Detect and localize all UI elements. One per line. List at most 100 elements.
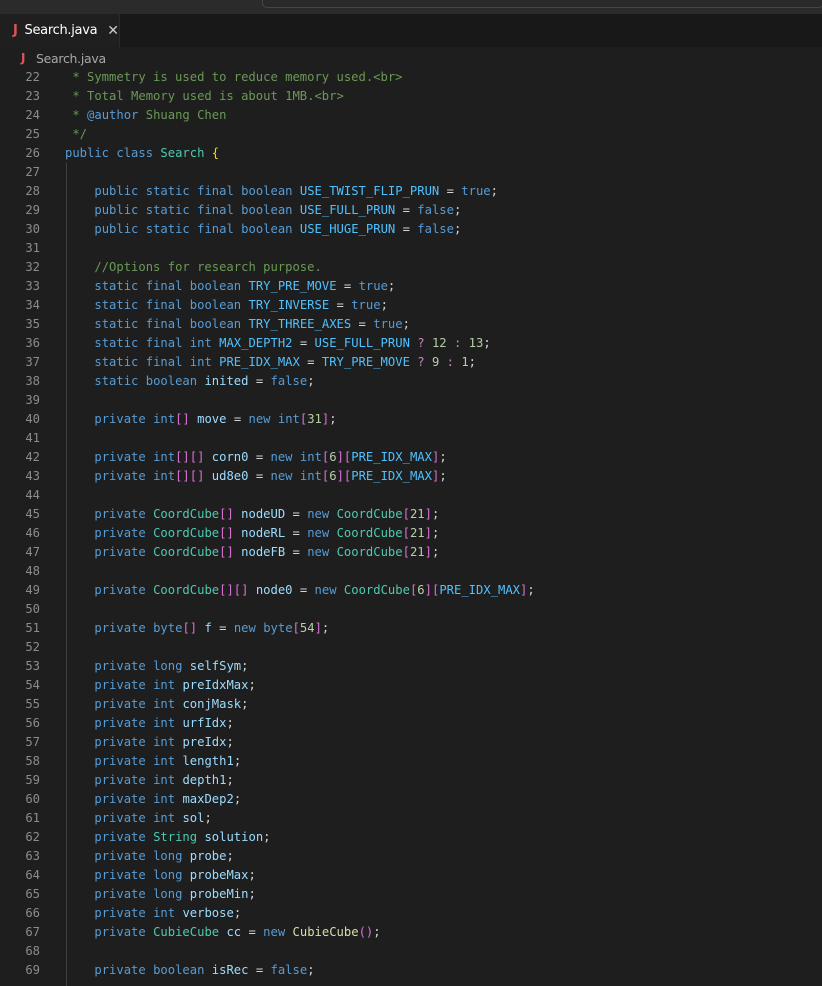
code-line[interactable]: 31 [0,239,822,258]
code-token: ; [490,184,498,198]
code-token: //Options for research purpose. [94,260,322,274]
code-line[interactable]: 30 public static final boolean USE_HUGE_… [0,220,822,239]
code-line[interactable]: 50 [0,600,822,619]
code-line[interactable]: 51 private byte[] f = new byte[54]; [0,619,822,638]
code-line[interactable]: 63 private long probe; [0,847,822,866]
code-line[interactable]: 24 * @author Shuang Chen [0,106,822,125]
code-line[interactable]: 32 //Options for research purpose. [0,258,822,277]
code-line[interactable]: 49 private CoordCube[][] node0 = new Coo… [0,581,822,600]
code-token: ; [402,317,410,331]
code-token: final [197,222,234,236]
code-line[interactable]: 36 static final int MAX_DEPTH2 = USE_FUL… [0,334,822,353]
code-line[interactable]: 66 private int verbose; [0,904,822,923]
code-line[interactable]: 52 [0,638,822,657]
code-token: Shuang Chen [138,108,227,122]
code-line[interactable]: 28 public static final boolean USE_TWIST… [0,182,822,201]
code-line[interactable]: 22 * Symmetry is used to reduce memory u… [0,68,822,87]
code-token: probeMin [189,887,249,901]
code-line[interactable]: 35 static final boolean TRY_THREE_AXES =… [0,315,822,334]
code-token: ; [307,963,315,977]
code-line[interactable]: 68 [0,942,822,961]
code-token: = [285,507,308,521]
code-line[interactable]: 34 static final boolean TRY_INVERSE = tr… [0,296,822,315]
command-center-search[interactable] [262,0,822,8]
code-token: ; [453,203,462,217]
code-line[interactable]: 59 private int depth1; [0,771,822,790]
code-token: inited [204,374,249,388]
code-line[interactable]: 65 private long probeMin; [0,885,822,904]
line-number: 40 [25,412,40,426]
code-token: f [204,621,212,635]
code-line[interactable]: 45 private CoordCube[] nodeUD = new Coor… [0,505,822,524]
code-token: ; [373,925,381,939]
code-line[interactable]: 55 private int conjMask; [0,695,822,714]
code-line[interactable]: 69 private boolean isRec = false; [0,961,822,980]
code-line[interactable]: 48 [0,562,822,581]
code-token: sol [182,811,205,825]
code-token: ; [233,754,242,768]
line-number: 24 [25,108,40,122]
code-line[interactable]: 56 private int urfIdx; [0,714,822,733]
breadcrumb-file-label[interactable]: Search.java [36,51,106,66]
code-line[interactable]: 37 static final int PRE_IDX_MAX = TRY_PR… [0,353,822,372]
code-line[interactable]: 67 private CubieCube cc = new CubieCube(… [0,923,822,942]
code-line[interactable]: 29 public static final boolean USE_FULL_… [0,201,822,220]
code-token: ; [263,830,271,844]
code-token: static [94,298,139,312]
code-token: { [211,146,220,160]
line-number: 27 [25,165,40,179]
code-line[interactable]: 57 private int preIdx; [0,733,822,752]
code-line[interactable]: 27 [0,163,822,182]
code-line[interactable]: 43 private int[][] ud8e0 = new int[6][PR… [0,467,822,486]
code-line[interactable]: 46 private CoordCube[] nodeRL = new Coor… [0,524,822,543]
code-editor[interactable]: 22 * Symmetry is used to reduce memory u… [0,68,822,986]
code-line[interactable]: 40 private int[] move = new int[31]; [0,410,822,429]
code-token: ; [527,583,535,597]
code-token: 31 [307,412,322,426]
code-line[interactable]: 38 static boolean inited = false; [0,372,822,391]
code-line[interactable]: 60 private int maxDep2; [0,790,822,809]
code-token: byte [153,621,183,635]
code-token: public [94,222,139,236]
code-line[interactable]: 39 [0,391,822,410]
code-line[interactable]: 54 private int preIdxMax; [0,676,822,695]
code-line[interactable]: 33 static final boolean TRY_PRE_MOVE = t… [0,277,822,296]
code-token: 21 [409,545,425,559]
code-line[interactable]: 61 private int sol; [0,809,822,828]
code-line[interactable]: 58 private int length1; [0,752,822,771]
code-token: private [94,754,146,768]
code-line[interactable]: 41 [0,429,822,448]
line-number: 38 [25,374,40,388]
close-icon[interactable]: ✕ [107,23,119,39]
code-token: true [351,298,381,312]
code-line[interactable]: 44 [0,486,822,505]
code-line[interactable]: 53 private long selfSym; [0,657,822,676]
code-token: ; [226,735,234,749]
code-line[interactable]: 23 * Total Memory used is about 1MB.<br> [0,87,822,106]
code-line[interactable]: 62 private String solution; [0,828,822,847]
code-line[interactable]: 25 */ [0,125,822,144]
code-token: = [248,469,271,483]
code-line[interactable]: 64 private long probeMax; [0,866,822,885]
code-token: nodeFB [241,545,286,559]
code-line[interactable]: 26 public class Search { [0,144,822,163]
code-line[interactable]: 47 private CoordCube[] nodeFB = new Coor… [0,543,822,562]
code-token: public [65,146,110,160]
code-token: = [336,279,359,293]
code-token: private [94,830,146,844]
code-line[interactable]: 42 private int[][] corn0 = new int[6][PR… [0,448,822,467]
tab-search-java[interactable]: J Search.java ✕ [0,14,120,47]
